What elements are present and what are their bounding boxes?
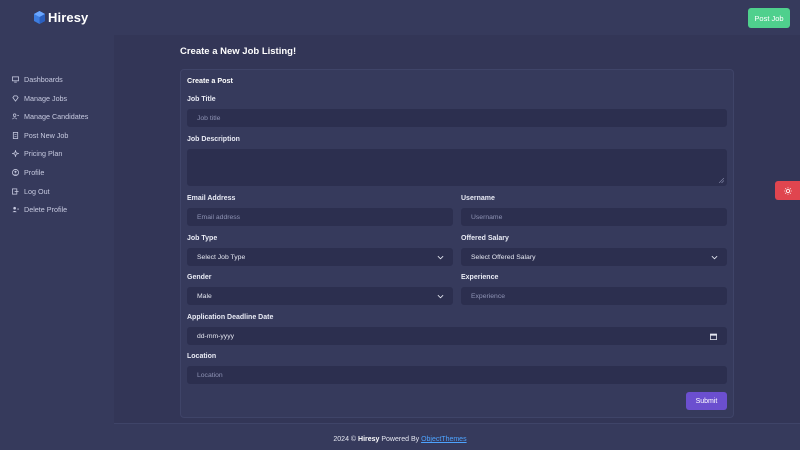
sidebar-item-profile[interactable]: Profile bbox=[12, 166, 44, 178]
theme-toggle-button[interactable] bbox=[775, 181, 800, 200]
brand-name: Hiresy bbox=[48, 10, 89, 25]
sun-icon bbox=[783, 186, 792, 195]
location-input[interactable]: Location bbox=[187, 366, 727, 384]
location-placeholder: Location bbox=[197, 371, 223, 379]
post-job-button[interactable]: Post Job bbox=[748, 8, 790, 28]
sidebar-item-label: Log Out bbox=[24, 186, 50, 196]
sidebar-item-label: Manage Candidates bbox=[24, 111, 89, 121]
salary-label: Offered Salary bbox=[461, 235, 509, 242]
experience-placeholder: Experience bbox=[471, 292, 506, 300]
sidebar-item-label: Delete Profile bbox=[24, 204, 68, 214]
diamond-icon bbox=[12, 94, 19, 102]
salary-select[interactable]: Select Offered Salary bbox=[461, 248, 727, 266]
sidebar-item-label: Pricing Plan bbox=[24, 148, 63, 158]
sidebar-item-manage-jobs[interactable]: Manage Jobs bbox=[12, 92, 67, 104]
location-label: Location bbox=[187, 353, 217, 360]
sidebar-item-log-out[interactable]: Log Out bbox=[12, 185, 50, 197]
monitor-icon bbox=[12, 75, 19, 83]
sidebar-item-post-new-job[interactable]: Post New Job bbox=[12, 129, 68, 141]
sidebar-item-delete-profile[interactable]: Delete Profile bbox=[12, 203, 67, 215]
cube-logo-icon bbox=[34, 11, 45, 24]
sidebar-item-manage-candidates[interactable]: Manage Candidates bbox=[12, 110, 88, 122]
sidebar-item-label: Dashboards bbox=[24, 74, 63, 84]
logout-icon bbox=[12, 187, 19, 195]
sidebar-item-pricing-plan[interactable]: Pricing Plan bbox=[12, 147, 62, 159]
user-remove-icon bbox=[12, 206, 19, 212]
deadline-value: dd-mm-yyyy bbox=[197, 332, 235, 340]
sidebar-item-label: Profile bbox=[24, 167, 45, 177]
brand-logo[interactable]: Hiresy bbox=[34, 10, 88, 25]
salary-value: Select Offered Salary bbox=[471, 253, 536, 261]
gender-value: Male bbox=[197, 292, 212, 300]
footer-link[interactable]: ObjectThemes bbox=[421, 436, 467, 443]
username-label: Username bbox=[461, 195, 495, 202]
job-type-label: Job Type bbox=[187, 235, 218, 242]
email-label: Email Address bbox=[187, 195, 236, 202]
job-type-select[interactable]: Select Job Type bbox=[187, 248, 453, 266]
job-description-label: Job Description bbox=[187, 136, 240, 143]
submit-button[interactable]: Submit bbox=[686, 392, 727, 410]
sidebar-item-dashboards[interactable]: Dashboards bbox=[12, 73, 63, 85]
chevron-down-icon bbox=[437, 294, 444, 299]
username-placeholder: Username bbox=[471, 213, 503, 221]
sidebar-item-label: Manage Jobs bbox=[24, 93, 68, 103]
sidebar: Dashboards Manage Jobs Manage Candidates… bbox=[0, 35, 114, 450]
page-title: Create a New Job Listing! bbox=[180, 46, 297, 57]
calendar-icon[interactable] bbox=[710, 333, 717, 340]
deadline-date-input[interactable]: dd-mm-yyyy bbox=[187, 327, 727, 345]
user-circle-icon bbox=[12, 168, 19, 176]
footer-middle: Powered By bbox=[379, 436, 422, 443]
experience-input[interactable]: Experience bbox=[461, 287, 727, 305]
resize-handle-icon[interactable] bbox=[719, 178, 724, 183]
sparkle-icon bbox=[12, 149, 19, 157]
job-type-value: Select Job Type bbox=[197, 253, 246, 261]
gender-select[interactable]: Male bbox=[187, 287, 453, 305]
deadline-label: Application Deadline Date bbox=[187, 314, 274, 321]
gender-label: Gender bbox=[187, 274, 212, 281]
job-title-placeholder: Job title bbox=[197, 114, 221, 122]
card-title: Create a Post bbox=[187, 76, 233, 85]
job-title-input[interactable]: Job title bbox=[187, 109, 727, 127]
email-placeholder: Email address bbox=[197, 213, 241, 221]
username-input[interactable]: Username bbox=[461, 208, 727, 226]
users-icon bbox=[12, 113, 19, 119]
job-description-textarea[interactable] bbox=[187, 149, 727, 186]
footer-brand: Hiresy bbox=[358, 436, 380, 443]
footer-text: 2024 © Hiresy Powered By ObjectThemes bbox=[0, 436, 800, 443]
experience-label: Experience bbox=[461, 274, 499, 281]
chevron-down-icon bbox=[437, 255, 444, 260]
footer-prefix: 2024 © bbox=[333, 436, 359, 443]
sidebar-item-label: Post New Job bbox=[24, 130, 69, 140]
document-icon bbox=[12, 131, 19, 139]
chevron-down-icon bbox=[711, 255, 718, 260]
top-bar: Hiresy Post Job bbox=[0, 0, 800, 35]
email-input[interactable]: Email address bbox=[187, 208, 453, 226]
job-title-label: Job Title bbox=[187, 96, 216, 103]
